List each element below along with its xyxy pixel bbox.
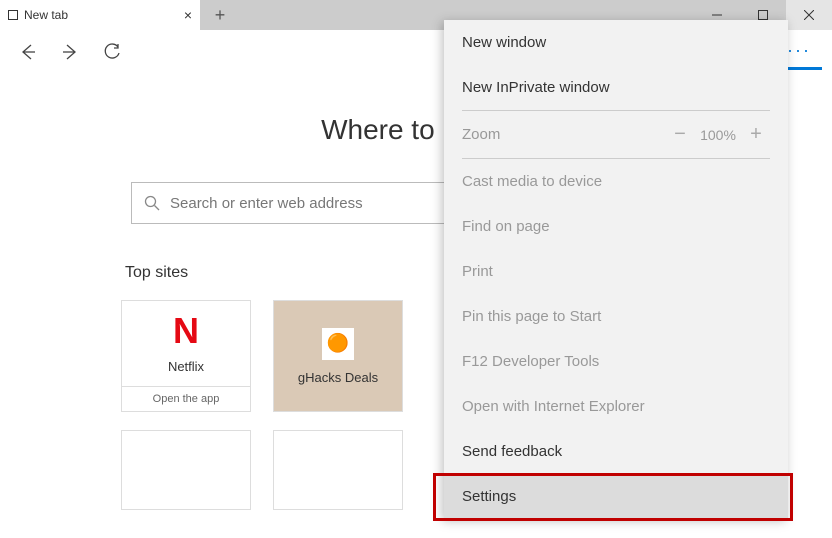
menu-print[interactable]: Print [444, 249, 788, 294]
new-tab-button[interactable]: + [200, 0, 240, 30]
tile-label: Netflix [168, 359, 204, 374]
forward-button[interactable] [52, 34, 88, 70]
menu-devtools[interactable]: F12 Developer Tools [444, 339, 788, 384]
zoom-value: 100% [694, 127, 742, 143]
maximize-icon [758, 10, 768, 20]
tile-label: gHacks Deals [298, 370, 378, 385]
window-close-button[interactable] [786, 0, 832, 30]
tab-close-icon[interactable]: × [184, 7, 192, 23]
tile-sublabel[interactable]: Open the app [122, 386, 250, 411]
search-placeholder: Search or enter web address [170, 195, 363, 212]
menu-open-ie[interactable]: Open with Internet Explorer [444, 384, 788, 429]
menu-settings[interactable]: Settings [444, 474, 788, 519]
close-icon [804, 10, 814, 20]
refresh-button[interactable] [94, 34, 130, 70]
arrow-left-icon [18, 42, 38, 62]
search-icon [144, 195, 160, 211]
tab-page-icon [8, 10, 18, 20]
menu-zoom-row: Zoom − 100% + [444, 111, 788, 158]
back-button[interactable] [10, 34, 46, 70]
more-icon: ··· [787, 40, 811, 61]
more-menu: New window New InPrivate window Zoom − 1… [444, 20, 788, 519]
menu-feedback[interactable]: Send feedback [444, 429, 788, 474]
ghacks-logo-icon: 🟠 [322, 328, 354, 360]
tab-title: New tab [24, 8, 68, 22]
netflix-logo-icon: N [173, 313, 199, 349]
menu-find[interactable]: Find on page [444, 204, 788, 249]
topsite-tile-netflix[interactable]: N Netflix Open the app [121, 300, 251, 412]
topsite-tile-ghacks[interactable]: 🟠 gHacks Deals [273, 300, 403, 412]
topsite-tile-empty[interactable] [273, 430, 403, 510]
menu-cast[interactable]: Cast media to device [444, 159, 788, 204]
zoom-out-button[interactable]: − [666, 123, 694, 146]
tab[interactable]: New tab × [0, 0, 200, 30]
menu-pin[interactable]: Pin this page to Start [444, 294, 788, 339]
menu-new-inprivate[interactable]: New InPrivate window [444, 65, 788, 110]
minimize-icon [712, 10, 722, 20]
zoom-label: Zoom [462, 126, 666, 143]
arrow-right-icon [60, 42, 80, 62]
zoom-in-button[interactable]: + [742, 123, 770, 146]
topsite-tile-empty[interactable] [121, 430, 251, 510]
refresh-icon [103, 43, 121, 61]
menu-new-window[interactable]: New window [444, 20, 788, 65]
